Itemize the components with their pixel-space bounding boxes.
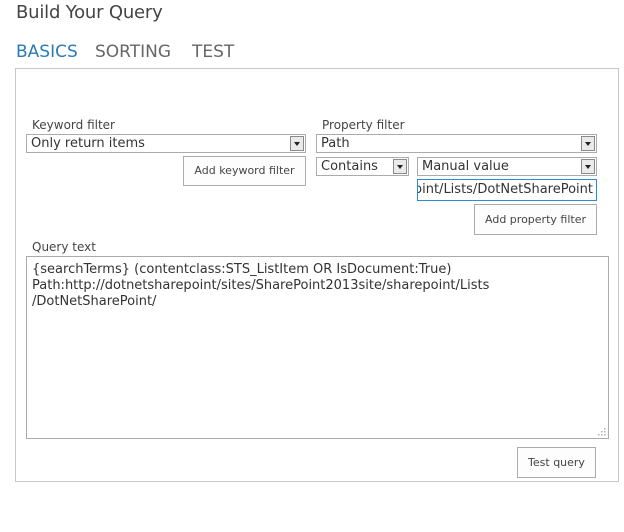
- property-select[interactable]: Path: [316, 134, 597, 153]
- keyword-filter-select[interactable]: Only return items: [26, 134, 306, 153]
- tab-basics[interactable]: BASICS: [16, 42, 78, 62]
- value-source-select[interactable]: Manual value: [417, 157, 597, 176]
- query-line: Path:http://dotnetsharepoint/sites/Share…: [32, 278, 490, 293]
- keyword-filter-value: Only return items: [31, 136, 145, 151]
- tab-test[interactable]: TEST: [192, 42, 234, 62]
- property-filter-label: Property filter: [322, 118, 405, 132]
- property-value: Path: [321, 136, 350, 151]
- chevron-down-icon[interactable]: [581, 159, 595, 174]
- query-text-area[interactable]: {searchTerms} (contentclass:STS_ListItem…: [26, 256, 609, 439]
- query-line: {searchTerms} (contentclass:STS_ListItem…: [32, 262, 452, 277]
- value-source-value: Manual value: [422, 159, 509, 174]
- tab-sorting[interactable]: SORTING: [95, 42, 171, 62]
- chevron-down-icon[interactable]: [290, 136, 304, 151]
- property-value-text: http://dotnetsharepoint/sites/SharePoint…: [418, 182, 593, 197]
- property-value-input[interactable]: http://dotnetsharepoint/sites/SharePoint…: [417, 179, 597, 201]
- keyword-filter-label: Keyword filter: [32, 118, 115, 132]
- add-property-filter-button[interactable]: Add property filter: [474, 204, 597, 235]
- test-query-button[interactable]: Test query: [517, 447, 596, 478]
- chevron-down-icon[interactable]: [393, 159, 407, 174]
- add-keyword-filter-button[interactable]: Add keyword filter: [183, 156, 306, 186]
- query-text-label: Query text: [32, 240, 96, 254]
- page-title: Build Your Query: [16, 2, 163, 23]
- resize-grip-icon[interactable]: [596, 426, 606, 436]
- operator-value: Contains: [321, 159, 378, 174]
- operator-select[interactable]: Contains: [316, 157, 409, 176]
- query-line: /DotNetSharePoint/: [32, 294, 157, 309]
- chevron-down-icon[interactable]: [581, 136, 595, 151]
